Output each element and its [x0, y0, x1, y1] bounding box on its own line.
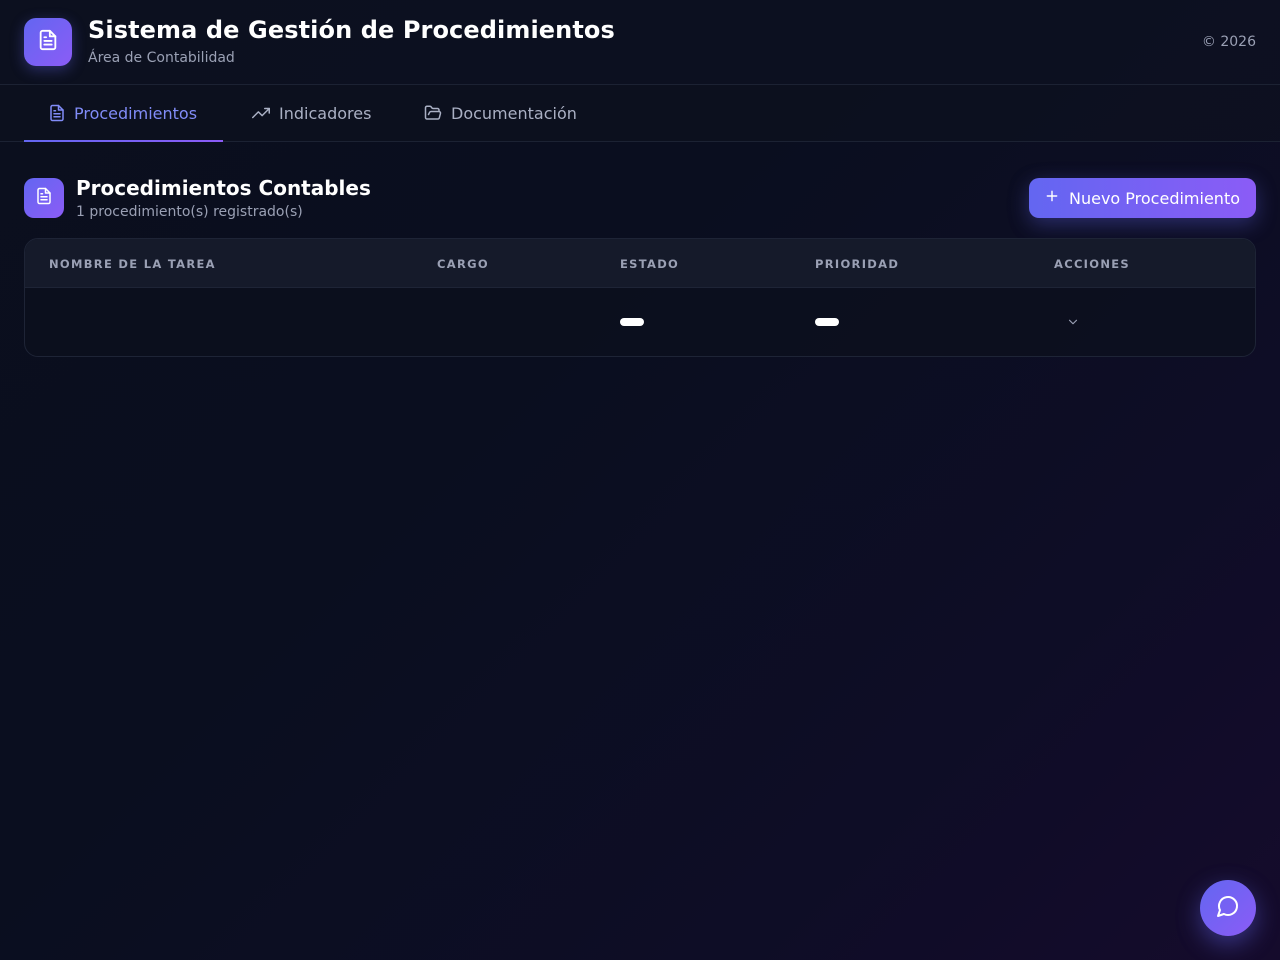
table-header: NOMBRE DE LA TAREA CARGO ESTADO PRIORIDA…	[25, 239, 1255, 288]
app-logo	[24, 18, 72, 66]
tab-documentacion[interactable]: Documentación	[423, 85, 577, 141]
column-header-acciones: ACCIONES	[1054, 257, 1130, 271]
file-text-icon	[37, 29, 59, 55]
trending-up-icon	[251, 104, 271, 122]
folder-open-icon	[423, 104, 443, 122]
file-text-icon	[35, 187, 53, 209]
file-text-icon	[48, 104, 66, 122]
main-tabs: Procedimientos Indicadores Documentación	[0, 85, 1280, 142]
tab-indicadores[interactable]: Indicadores	[251, 85, 371, 141]
section-title: Procedimientos Contables	[76, 176, 371, 200]
priority-badge	[815, 318, 839, 326]
app-subtitle: Área de Contabilidad	[88, 50, 235, 66]
plus-icon	[1045, 189, 1059, 207]
new-procedure-label: Nuevo Procedimiento	[1069, 188, 1240, 208]
column-header-nombre: NOMBRE DE LA TAREA	[49, 257, 216, 271]
app-header: Sistema de Gestión de Procedimientos Áre…	[0, 0, 1280, 85]
procedures-table: NOMBRE DE LA TAREA CARGO ESTADO PRIORIDA…	[24, 238, 1256, 357]
status-badge	[620, 318, 644, 326]
tab-label: Documentación	[451, 103, 577, 123]
column-header-prioridad: PRIORIDAD	[815, 257, 900, 271]
procedure-count: 1 procedimiento(s) registrado(s)	[76, 204, 303, 220]
tab-label: Indicadores	[279, 103, 372, 123]
chat-button[interactable]	[1200, 880, 1256, 936]
message-circle-icon	[1216, 894, 1240, 922]
section-icon-badge	[24, 178, 64, 218]
new-procedure-button[interactable]: Nuevo Procedimiento	[1029, 178, 1256, 218]
tab-label: Procedimientos	[74, 103, 198, 123]
column-header-estado: ESTADO	[620, 257, 680, 271]
table-row[interactable]	[25, 288, 1255, 356]
copyright-text: © 2026	[1201, 34, 1256, 50]
tab-procedimientos[interactable]: Procedimientos	[24, 85, 223, 142]
chevron-down-icon[interactable]	[1065, 314, 1081, 330]
app-title: Sistema de Gestión de Procedimientos	[88, 16, 615, 44]
column-header-cargo: CARGO	[437, 257, 489, 271]
